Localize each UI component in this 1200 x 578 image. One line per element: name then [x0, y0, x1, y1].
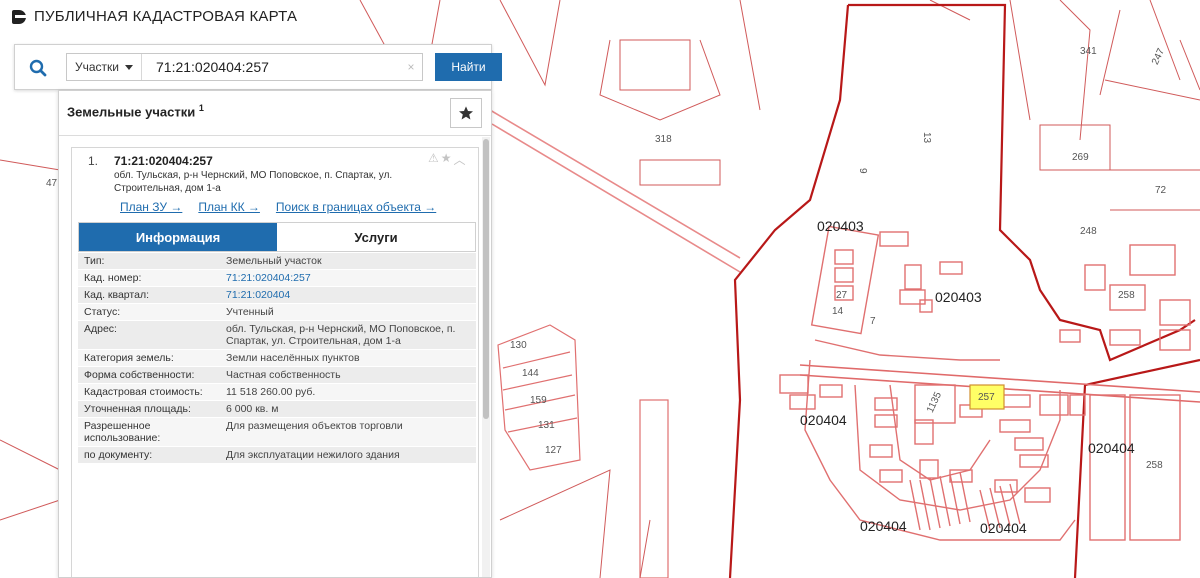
- map-label-quarter: 020403: [935, 289, 982, 305]
- info-key: Статус:: [78, 303, 220, 321]
- map-label-parcel: 131: [538, 420, 555, 431]
- info-row: Адрес: обл. Тульская, р-н Чернский, МО По…: [78, 320, 476, 350]
- search-icon: [29, 59, 47, 77]
- info-value[interactable]: 71:21:020404: [220, 286, 476, 304]
- info-row: Уточненная площадь: 6 000 кв. м: [78, 400, 476, 418]
- scrollbar-thumb[interactable]: [483, 139, 489, 419]
- collapse-icon[interactable]: ︿: [454, 151, 466, 168]
- results-header: Земельные участки 1: [67, 103, 204, 119]
- result-card: 1. 71:21:020404:257 обл. Тульская, р-н Ч…: [71, 147, 479, 577]
- tab-services[interactable]: Услуги: [277, 223, 475, 251]
- search-bar: Участки × Найти: [14, 44, 502, 91]
- info-key: Тип:: [78, 253, 220, 270]
- map-label-quarter: 020404: [860, 518, 907, 534]
- map-label-parcel: 318: [655, 134, 672, 145]
- search-field: Участки ×: [66, 53, 423, 81]
- results-count: 1: [198, 103, 204, 113]
- map-label-parcel: 341: [1080, 46, 1097, 57]
- info-value: 6 000 кв. м: [220, 400, 476, 418]
- map-label-parcel: 72: [1155, 185, 1167, 196]
- map-label-parcel: 258: [1146, 460, 1163, 471]
- info-value: Земли населённых пунктов: [220, 349, 476, 367]
- info-value: Частная собственность: [220, 366, 476, 384]
- map-label-parcel: 130: [510, 340, 527, 351]
- result-links: План ЗУ → План КК → Поиск в границах объ…: [120, 200, 436, 214]
- info-key: Категория земель:: [78, 349, 220, 367]
- app-title: ПУБЛИЧНАЯ КАДАСТРОВАЯ КАРТА: [34, 8, 298, 25]
- info-value: 11 518 260.00 руб.: [220, 383, 476, 401]
- map-label-quarter: 020403: [817, 218, 864, 234]
- info-key: по документу:: [78, 446, 220, 464]
- map-label-parcel: 144: [522, 368, 539, 379]
- map-label-quarter: 020404: [800, 412, 847, 428]
- clear-icon[interactable]: ×: [400, 60, 422, 74]
- search-input[interactable]: [142, 59, 400, 75]
- map-label-parcel: 14: [832, 306, 844, 317]
- result-cadastral-number[interactable]: 71:21:020404:257: [114, 154, 213, 168]
- info-row: Тип: Земельный участок: [78, 253, 476, 270]
- info-value: Для размещения объектов торговли: [220, 417, 476, 447]
- map-label-parcel: 47: [46, 178, 58, 189]
- info-value: Земельный участок: [220, 253, 476, 270]
- app-header: ПУБЛИЧНАЯ КАДАСТРОВАЯ КАРТА: [12, 8, 297, 25]
- map-label-parcel: 269: [1072, 152, 1089, 163]
- star-icon: [459, 106, 473, 120]
- info-key: Уточненная площадь:: [78, 400, 220, 418]
- result-actions: ⚠ ★ ︿: [428, 151, 466, 168]
- info-key: Кад. номер:: [78, 269, 220, 287]
- results-panel: Земельные участки 1 1. 71:21:020404:257 …: [58, 90, 492, 578]
- info-row: Кад. квартал: 71:21:020404: [78, 286, 476, 304]
- divider: [59, 135, 491, 136]
- map-label-parcel: 127: [545, 445, 562, 456]
- info-row: Разрешенное использование: Для размещения…: [78, 417, 476, 447]
- info-key: Адрес:: [78, 320, 220, 350]
- map-label-quarter: 020404: [980, 520, 1027, 536]
- search-within-link[interactable]: Поиск в границах объекта →: [276, 200, 436, 214]
- result-index: 1.: [88, 154, 99, 168]
- chevron-down-icon: [125, 64, 133, 70]
- pkk-logo-icon: [12, 9, 26, 24]
- map-label-parcel: 258: [1118, 290, 1135, 301]
- info-table: Тип: Земельный участок Кад. номер: 71:21:02…: [78, 253, 476, 464]
- info-key: Разрешенное использование:: [78, 417, 220, 447]
- result-address: обл. Тульская, р-н Чернский, МО Поповско…: [114, 170, 393, 194]
- tab-information[interactable]: Информация: [79, 223, 277, 251]
- search-type-label: Участки: [75, 60, 119, 74]
- map-label-quarter: 020404: [1088, 440, 1135, 456]
- info-value: Учтенный: [220, 303, 476, 321]
- plan-zu-link[interactable]: План ЗУ →: [120, 200, 182, 214]
- info-key: Форма собственности:: [78, 366, 220, 384]
- map-label-parcel: 13: [921, 132, 932, 144]
- info-key: Кад. квартал:: [78, 286, 220, 304]
- info-row: по документу: Для эксплуатации нежилого з…: [78, 446, 476, 464]
- info-value[interactable]: 71:21:020404:257: [220, 269, 476, 287]
- scrollbar[interactable]: [482, 137, 490, 577]
- result-tabs: Информация Услуги: [78, 222, 476, 252]
- find-button[interactable]: Найти: [435, 53, 502, 81]
- results-header-label: Земельные участки: [67, 104, 196, 120]
- favorites-button[interactable]: [450, 98, 482, 128]
- info-row: Категория земель: Земли населённых пункто…: [78, 349, 476, 367]
- map-label-parcel: 159: [530, 395, 547, 406]
- search-type-select[interactable]: Участки: [67, 54, 142, 80]
- map-label-parcel: 9: [857, 168, 868, 174]
- plan-kk-link[interactable]: План КК →: [198, 200, 260, 214]
- star-icon[interactable]: ★: [441, 151, 452, 168]
- info-key: Кадастровая стоимость:: [78, 383, 220, 401]
- map-label-parcel: 248: [1080, 226, 1097, 237]
- info-row: Форма собственности: Частная собственност…: [78, 366, 476, 384]
- info-value: обл. Тульская, р-н Чернский, МО Поповско…: [220, 320, 476, 350]
- map-label-parcel: 27: [836, 290, 848, 301]
- info-value: Для эксплуатации нежилого здания: [220, 446, 476, 464]
- info-row: Кадастровая стоимость: 11 518 260.00 руб.: [78, 383, 476, 401]
- map-label-highlighted-parcel[interactable]: 257: [978, 392, 995, 403]
- search-toggle-button[interactable]: [15, 45, 61, 91]
- info-row: Кад. номер: 71:21:020404:257: [78, 269, 476, 287]
- info-row: Статус: Учтенный: [78, 303, 476, 321]
- warning-icon[interactable]: ⚠: [428, 151, 439, 168]
- map-label-parcel: 7: [870, 316, 876, 327]
